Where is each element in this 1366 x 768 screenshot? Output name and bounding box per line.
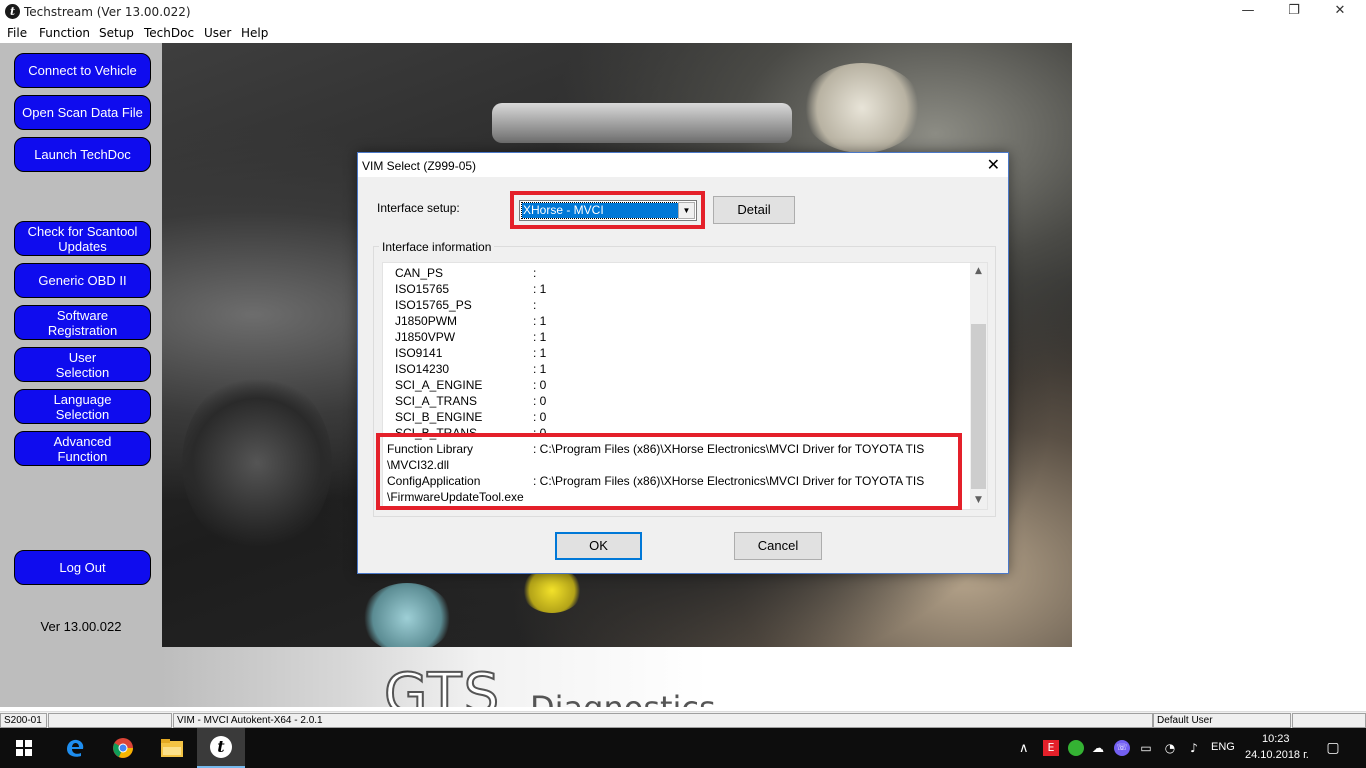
list-item: ISO9141: 1: [395, 346, 547, 360]
list-item: SCI_A_ENGINE: 0: [395, 378, 547, 392]
status-bar: S200-01 VIM - MVCI Autokent-X64 - 2.0.1 …: [0, 711, 1366, 728]
diagnostics-text: Diagnostics: [530, 692, 716, 707]
interface-setup-label: Interface setup:: [377, 201, 460, 215]
chrome-taskbar-button[interactable]: [99, 728, 147, 768]
chrome-icon: [113, 738, 133, 758]
start-button[interactable]: [0, 728, 48, 768]
action-center-icon[interactable]: ▢: [1325, 740, 1341, 756]
highlight-box-library: [376, 433, 962, 510]
open-scan-data-file-button[interactable]: Open Scan Data File: [14, 95, 151, 130]
coolant-cap-shape: [362, 583, 452, 647]
dialog-title: VIM Select (Z999-05): [362, 159, 477, 173]
techstream-taskbar-button[interactable]: t: [197, 728, 245, 768]
maximize-button[interactable]: ❐: [1271, 0, 1317, 23]
windows-taskbar: t ∧ E ☁ ☏ ▭ ◔ ♪ ENG 10:23 24.10.2018 г. …: [0, 728, 1366, 768]
gts-branding-strip: GTS Diagnostics: [162, 647, 1072, 707]
list-scrollbar[interactable]: ▲ ▼: [970, 263, 987, 509]
version-label: Ver 13.00.022: [40, 619, 122, 634]
tray-cloud-icon[interactable]: ☁: [1090, 740, 1106, 756]
dialog-close-icon[interactable]: ✕: [987, 156, 1000, 173]
edge-icon: [67, 739, 84, 757]
menu-user[interactable]: User: [204, 26, 231, 40]
menu-file[interactable]: File: [7, 26, 27, 40]
interface-info-label: Interface information: [379, 240, 495, 254]
dialog-title-bar: VIM Select (Z999-05) ✕: [358, 153, 1008, 177]
edge-taskbar-button[interactable]: [51, 728, 99, 768]
list-item: SCI_B_ENGINE: 0: [395, 410, 547, 424]
advanced-function-button[interactable]: Advanced Function: [14, 431, 151, 466]
minimize-button[interactable]: —: [1225, 0, 1271, 23]
scrollbar-thumb[interactable]: [971, 324, 986, 489]
menu-techdoc[interactable]: TechDoc: [144, 26, 194, 40]
techstream-icon: t: [210, 736, 232, 758]
menu-bar: File Function Setup TechDoc User Help: [0, 23, 1366, 43]
intake-hose-shape: [182, 373, 332, 553]
list-item: CAN_PS:: [395, 266, 537, 280]
software-registration-button[interactable]: Software Registration: [14, 305, 151, 340]
menu-setup[interactable]: Setup: [99, 26, 134, 40]
file-explorer-taskbar-button[interactable]: [148, 728, 196, 768]
launch-techdoc-button[interactable]: Launch TechDoc: [14, 137, 151, 172]
close-window-button[interactable]: ✕: [1317, 0, 1363, 23]
menu-help[interactable]: Help: [241, 26, 268, 40]
interface-select[interactable]: XHorse - MVCI ▼: [519, 200, 697, 221]
scroll-down-icon[interactable]: ▼: [970, 492, 987, 509]
tray-volume-icon[interactable]: ♪: [1186, 740, 1202, 756]
status-empty-cell-right: [1292, 713, 1366, 728]
connect-to-vehicle-button[interactable]: Connect to Vehicle: [14, 53, 151, 88]
check-scantool-updates-button[interactable]: Check for Scantool Updates: [14, 221, 151, 256]
list-item: ISO15765_PS:: [395, 298, 537, 312]
engine-cover-shape: [492, 103, 792, 143]
right-blank-area: [1072, 43, 1366, 707]
menu-function[interactable]: Function: [39, 26, 90, 40]
folder-icon: [161, 739, 183, 757]
list-item: ISO15765: 1: [395, 282, 547, 296]
tray-app-e-icon[interactable]: E: [1043, 740, 1059, 756]
windows-logo-icon: [16, 740, 32, 756]
techstream-app-icon: t: [5, 4, 20, 19]
list-item: SCI_A_TRANS: 0: [395, 394, 547, 408]
gts-logo: GTS: [383, 662, 502, 708]
status-empty-cell: [48, 713, 172, 728]
title-bar: t Techstream (Ver 13.00.022) — ❐ ✕: [0, 0, 1366, 23]
scroll-up-icon[interactable]: ▲: [970, 263, 987, 280]
status-code: S200-01: [0, 713, 47, 728]
reservoir-shape: [802, 63, 922, 153]
interface-selected-value: XHorse - MVCI: [521, 202, 679, 219]
list-item: ISO14230: 1: [395, 362, 547, 376]
tray-date[interactable]: 24.10.2018 г.: [1245, 749, 1309, 761]
status-vim: VIM - MVCI Autokent-X64 - 2.0.1: [173, 713, 1153, 728]
tray-torrent-icon[interactable]: [1068, 740, 1084, 756]
user-selection-button[interactable]: User Selection: [14, 347, 151, 382]
list-item: J1850PWM: 1: [395, 314, 547, 328]
tray-network-icon[interactable]: ◔: [1162, 740, 1178, 756]
cancel-button[interactable]: Cancel: [734, 532, 822, 560]
list-item: J1850VPW: 1: [395, 330, 547, 344]
log-out-button[interactable]: Log Out: [14, 550, 151, 585]
window-title: Techstream (Ver 13.00.022): [24, 5, 191, 19]
tray-time[interactable]: 10:23: [1262, 733, 1290, 745]
generic-obd-ii-button[interactable]: Generic OBD II: [14, 263, 151, 298]
tray-battery-icon[interactable]: ▭: [1138, 740, 1154, 756]
vim-select-dialog: VIM Select (Z999-05) ✕ Interface setup: …: [357, 152, 1009, 574]
chevron-down-icon[interactable]: ▼: [678, 202, 695, 219]
tray-chevron-icon[interactable]: ∧: [1019, 740, 1029, 756]
sidebar: Connect to Vehicle Open Scan Data File L…: [0, 43, 162, 707]
language-selection-button[interactable]: Language Selection: [14, 389, 151, 424]
yellow-cap-shape: [522, 568, 582, 613]
ok-button[interactable]: OK: [555, 532, 642, 560]
tray-viber-icon[interactable]: ☏: [1114, 740, 1130, 756]
status-user: Default User: [1153, 713, 1291, 728]
tray-language[interactable]: ENG: [1211, 741, 1235, 753]
detail-button[interactable]: Detail: [713, 196, 795, 224]
